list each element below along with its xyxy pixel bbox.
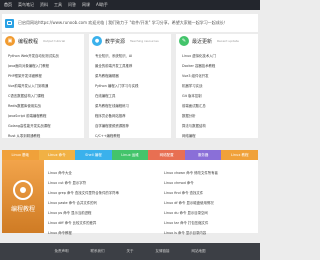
tab-1[interactable]: Linux 命令 <box>38 150 76 160</box>
list-item[interactable]: Redis数据库使用实战 <box>8 101 84 111</box>
list-item[interactable]: Vue3 组件化开发 <box>182 71 258 81</box>
nav-qa[interactable]: 问答 <box>68 0 76 10</box>
logo-icon <box>13 180 33 200</box>
list-item[interactable]: C/C++编程教程 <box>95 131 171 141</box>
left-list: Linux 命令大全 Linux cut 命令 显示字符 Linux grep … <box>48 168 119 238</box>
list-item[interactable]: Python Web开发自动化测试实战 <box>8 51 84 61</box>
card-title: 教学资源 <box>105 38 126 45</box>
tab-2[interactable]: Shell 编程 <box>75 150 112 160</box>
list-item[interactable]: 前端面试题汇总 <box>182 101 258 111</box>
list-item[interactable]: Golang高性能开发实战课程 <box>8 121 84 131</box>
list-item[interactable]: C语言数据结构入门课程 <box>8 91 84 101</box>
card-resources: ● 教学资源 Teaching resources 专业知识、系统知识、AI 最… <box>89 34 171 138</box>
footer: 免责声明 联系我们 关于 友情链接 网站地图 <box>0 243 260 260</box>
list-item[interactable]: Linux paste 命令 合并文件的列 <box>48 198 119 208</box>
footer-link[interactable]: 友情链接 <box>156 249 170 254</box>
list-item[interactable]: Linux diff 命令 比较文件的差异 <box>48 218 119 228</box>
nav-courses[interactable]: 网课 <box>82 0 90 10</box>
footer-link[interactable]: 免责声明 <box>55 249 69 254</box>
list-item[interactable]: PHP框架开发详细教程 <box>8 71 84 81</box>
card-header: ✎ 最近更新 Recent update <box>176 34 258 48</box>
list-item[interactable]: 网络编程 <box>182 131 258 141</box>
list-item[interactable]: Linux chown 命令 修改文件所有者 <box>164 168 218 178</box>
command-panel: Linux 命令大全 Linux cut 命令 显示字符 Linux grep … <box>44 160 258 235</box>
category-tabs: Linux 基础 Linux 命令 Shell 编程 Linux 运维 网络配置… <box>2 150 259 160</box>
list-item[interactable]: Linux grep 命令 查找文件里符合条件的字符串 <box>48 188 119 198</box>
book-icon: ▣ <box>5 36 15 46</box>
list-item[interactable]: 算法与数据结构 <box>182 121 258 131</box>
card-subtitle: Output tutorial <box>43 39 66 43</box>
list-item[interactable]: Vue前端开发从入门到精通 <box>8 81 84 91</box>
tab-3[interactable]: Linux 运维 <box>111 150 149 160</box>
list-item[interactable]: Linux find 命令 查找文件 <box>164 188 218 198</box>
list-item[interactable]: 菜鸟教程在线编程练习 <box>95 101 171 111</box>
list-item[interactable]: Linux df 命令 显示磁盘使用情况 <box>164 198 218 208</box>
list-item[interactable]: Rust 从零到精通教程 <box>8 131 84 141</box>
cover-title: 编程教程 <box>10 206 35 213</box>
tab-6[interactable]: Linux 教程 <box>221 150 259 160</box>
list-item[interactable]: Java面向对象编程入门教程 <box>8 61 84 71</box>
tab-5[interactable]: 服务器 <box>184 150 222 160</box>
card-title: 编程教程 <box>18 38 39 45</box>
tab-0[interactable]: Linux 基础 <box>2 150 39 160</box>
card-header: ● 教学资源 Teaching resources <box>89 34 171 48</box>
nav-ai[interactable]: AI助手 <box>96 0 108 10</box>
nav-notes[interactable]: 菜鸟笔记 <box>18 0 34 10</box>
card-title: 最近更新 <box>192 38 213 45</box>
list-item[interactable]: 机器学习实战 <box>182 81 258 91</box>
tutorial-cover[interactable]: 编程教程 <box>2 160 44 233</box>
card-updates: ✎ 最近更新 Recent update Linux 虚拟化技术入门 Docke… <box>176 34 258 138</box>
edit-icon: ✎ <box>179 36 189 46</box>
nav-tools[interactable]: 工具 <box>54 0 62 10</box>
list-item[interactable]: 专业知识、系统知识、AI <box>95 51 171 61</box>
notice-text: 已启用网站https://www.runoob.com 欢迎光临 | 我们致力于… <box>18 20 228 25</box>
tab-4[interactable]: 网络配置 <box>148 150 185 160</box>
notice-bar: 已启用网站https://www.runoob.com 欢迎光临 | 我们致力于… <box>2 14 258 32</box>
list-item[interactable]: 在线编程工具 <box>95 91 171 101</box>
list-item[interactable]: Docker 容器技术教程 <box>182 61 258 71</box>
list-item[interactable]: Linux cut 命令 显示字符 <box>48 178 119 188</box>
list-item[interactable]: Linux tar 命令 打包压缩文件 <box>164 218 218 228</box>
list-item[interactable]: Linux 命令教程 <box>48 228 119 238</box>
chat-icon: ● <box>92 36 102 46</box>
list-item[interactable]: Linux ls 命令 显示目录内容 <box>164 228 218 238</box>
footer-link[interactable]: 关于 <box>127 249 134 254</box>
list-item[interactable]: Linux 虚拟化技术入门 <box>182 51 258 61</box>
list-item[interactable]: Linux 命令大全 <box>48 168 119 178</box>
list-item[interactable]: 最全的前端开发工具推荐 <box>95 61 171 71</box>
nav-home[interactable]: 首页 <box>4 0 12 10</box>
footer-link[interactable]: 联系我们 <box>91 249 105 254</box>
card-subtitle: Recent update <box>217 39 239 43</box>
card-tutorials: ▣ 编程教程 Output tutorial Python Web开发自动化测试… <box>2 34 84 138</box>
list-item[interactable]: JavaScript 前端编程教程 <box>8 111 84 121</box>
card-subtitle: Teaching resources <box>130 39 159 43</box>
card-header: ▣ 编程教程 Output tutorial <box>2 34 84 48</box>
right-list: Linux chown 命令 修改文件所有者 Linux chmod 命令 Li… <box>164 168 218 238</box>
list-item[interactable]: Linux chmod 命令 <box>164 178 218 188</box>
footer-link[interactable]: 网站地图 <box>192 249 206 254</box>
list-item[interactable]: 程序员必备网站推荐 <box>95 111 171 121</box>
top-navigation: 首页 菜鸟笔记 资料 工具 问答 网课 AI助手 <box>0 0 260 10</box>
list-item[interactable]: Linux ps 命令 显示当前进程 <box>48 208 119 218</box>
list-item[interactable]: 自学编程视频资源推荐 <box>95 121 171 131</box>
list-item[interactable]: Git 版本控制 <box>182 91 258 101</box>
list-item[interactable]: 数据分析 <box>182 111 258 121</box>
message-icon <box>5 18 14 28</box>
list-item[interactable]: Python 编程入门学习与实践 <box>95 81 171 91</box>
nav-materials[interactable]: 资料 <box>40 0 48 10</box>
list-item[interactable]: Linux du 命令 显示目录空间 <box>164 208 218 218</box>
list-item[interactable]: 菜鸟教程编辑器 <box>95 71 171 81</box>
